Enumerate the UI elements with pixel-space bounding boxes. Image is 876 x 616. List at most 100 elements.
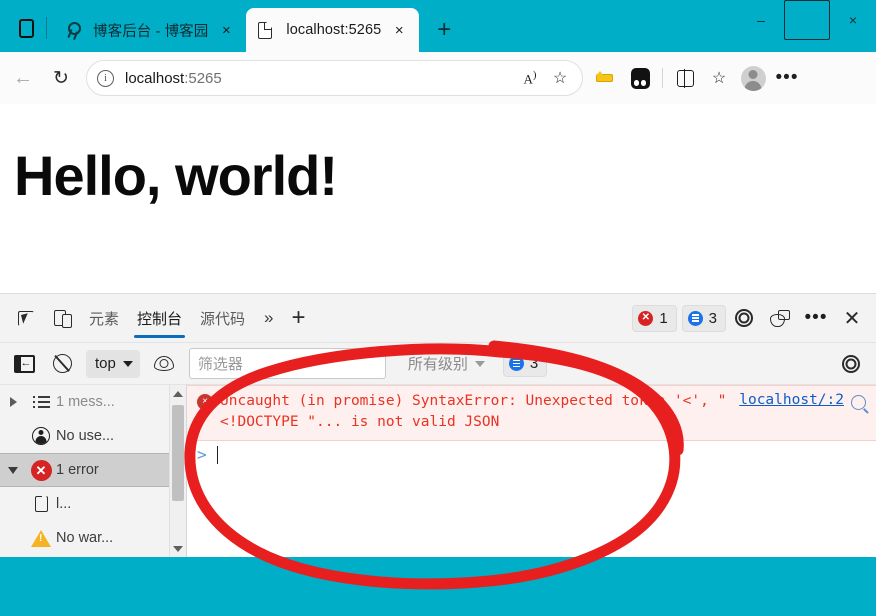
device-toggle-icon: [53, 310, 72, 328]
cat-extension-icon: [596, 71, 616, 85]
address-bar-text: localhost:5265: [125, 70, 514, 87]
list-icon: [26, 396, 56, 408]
console-error-message[interactable]: × Uncaught (in promise) SyntaxError: Une…: [187, 385, 876, 441]
tab-sources[interactable]: 源代码: [191, 295, 254, 341]
more-panels-button[interactable]: »: [254, 308, 283, 328]
tab-title: localhost:5265: [286, 22, 382, 38]
site-info-icon[interactable]: i: [97, 69, 114, 87]
sidebar-scrollbar[interactable]: [169, 385, 186, 557]
scroll-up-arrow-icon[interactable]: [170, 385, 186, 402]
back-arrow-icon: ←: [13, 67, 33, 89]
live-expression-button[interactable]: [146, 347, 182, 381]
console-body: 1 mess... No use... ✕ 1 error l... 1: [0, 385, 876, 557]
devtools-more-button[interactable]: •••: [798, 301, 834, 335]
browser-tab-cnblogs[interactable]: 博客后台 - 博客园 ×: [53, 8, 246, 52]
sidebar-item-label: No use...: [56, 428, 115, 444]
devtools-tabbar: 元素 控制台 源代码 » + ✕ 1 3 ••• ✕: [0, 294, 876, 343]
execution-context-selector[interactable]: top: [86, 349, 140, 378]
tab-console[interactable]: 控制台: [128, 295, 191, 341]
split-screen-button[interactable]: [668, 61, 702, 95]
document-icon: [258, 21, 276, 39]
browser-settings-button[interactable]: •••: [770, 61, 804, 95]
tab-search-icon: [18, 18, 34, 38]
clear-console-icon: [52, 354, 72, 373]
page-content: Hello, world!: [0, 104, 876, 294]
error-icon: ✕: [638, 310, 654, 326]
close-icon: ✕: [843, 307, 861, 330]
console-settings-button[interactable]: [833, 347, 869, 381]
extension-cat-button[interactable]: [589, 61, 623, 95]
feedback-icon: [770, 309, 790, 327]
warning-icon: [26, 529, 56, 547]
error-message-text: Uncaught (in promise) SyntaxError: Unexp…: [220, 393, 727, 431]
new-tab-button[interactable]: +: [427, 13, 461, 47]
console-sidebar: 1 mess... No use... ✕ 1 error l... 1: [0, 385, 187, 557]
inspect-element-button[interactable]: [8, 301, 44, 335]
sidebar-item-warnings[interactable]: No war...: [0, 521, 186, 555]
close-devtools-button[interactable]: ✕: [834, 301, 870, 335]
address-bar[interactable]: i localhost:5265 A) ☆: [86, 60, 583, 96]
url-port: :5265: [184, 69, 222, 87]
error-count-badge[interactable]: ✕ 1: [632, 304, 677, 332]
search-icon[interactable]: [851, 395, 866, 410]
collections-button[interactable]: ☆: [702, 61, 736, 95]
devtools-panel: 元素 控制台 源代码 » + ✕ 1 3 ••• ✕ ← top 筛选器 所有级…: [0, 294, 876, 557]
maximize-button[interactable]: [784, 0, 830, 40]
device-toolbar-button[interactable]: [44, 301, 80, 335]
tab-close-button[interactable]: ×: [387, 18, 411, 42]
info-message-icon: [687, 310, 703, 326]
console-filter-input[interactable]: 筛选器: [188, 348, 386, 379]
eye-icon: [153, 356, 174, 371]
scrollbar-thumb[interactable]: [172, 405, 184, 501]
more-icon: •••: [804, 307, 828, 329]
more-icon: •••: [775, 67, 799, 89]
sidebar-toggle-icon: ←: [13, 354, 35, 373]
tab-search-button[interactable]: [8, 6, 44, 50]
reload-button[interactable]: ↻: [42, 59, 80, 97]
expander-expanded-icon[interactable]: [0, 466, 26, 474]
chevron-down-icon: [474, 360, 485, 367]
navigation-toolbar: ← ↻ i localhost:5265 A) ☆ ☆ •••: [0, 52, 876, 104]
avatar: [740, 65, 766, 91]
back-button[interactable]: ←: [4, 59, 42, 97]
log-level-selector[interactable]: 所有级别: [402, 350, 491, 378]
console-info-count: 3: [529, 355, 539, 372]
tab-elements[interactable]: 元素: [80, 295, 128, 341]
read-aloud-icon: A): [523, 68, 537, 87]
read-aloud-button[interactable]: A): [516, 64, 544, 92]
tab-strip: 博客后台 - 博客园 × localhost:5265 × + – ×: [0, 0, 876, 52]
error-icon: ✕: [26, 459, 56, 481]
collections-icon: ☆: [711, 70, 727, 87]
add-panel-button[interactable]: +: [284, 306, 314, 330]
minimize-button[interactable]: –: [738, 0, 784, 40]
add-favorite-button[interactable]: ☆: [546, 64, 574, 92]
info-count-badge[interactable]: 3: [681, 304, 726, 332]
tab-close-button[interactable]: ×: [214, 18, 238, 42]
sidebar-item-error-source[interactable]: l... 1: [0, 487, 186, 521]
prompt-caret-icon: >: [197, 445, 207, 465]
extension-pill-button[interactable]: [623, 61, 657, 95]
info-count: 3: [708, 309, 717, 327]
error-count: 1: [659, 309, 668, 327]
sidebar-item-errors[interactable]: ✕ 1 error: [0, 453, 186, 487]
window-controls: – ×: [738, 0, 876, 40]
scroll-down-arrow-icon[interactable]: [170, 540, 186, 557]
browser-tab-localhost[interactable]: localhost:5265 ×: [246, 8, 420, 52]
clear-console-button[interactable]: [44, 347, 80, 381]
console-prompt[interactable]: >: [187, 441, 876, 469]
gear-icon: [735, 309, 753, 327]
send-feedback-button[interactable]: [762, 301, 798, 335]
sidebar-item-user-messages[interactable]: No use...: [0, 419, 186, 453]
expander-collapsed-icon[interactable]: [0, 397, 26, 407]
console-info-badge[interactable]: 3: [502, 350, 548, 377]
pill-extension-icon: [630, 67, 650, 89]
error-source-link[interactable]: localhost/:2: [733, 392, 844, 408]
console-sidebar-toggle-button[interactable]: ←: [6, 347, 42, 381]
profile-button[interactable]: [736, 61, 770, 95]
console-toolbar: ← top 筛选器 所有级别 3: [0, 343, 876, 385]
sidebar-item-info[interactable]: [0, 555, 186, 557]
devtools-settings-button[interactable]: [726, 301, 762, 335]
close-window-button[interactable]: ×: [830, 0, 876, 40]
text-cursor: [216, 445, 219, 464]
sidebar-item-messages[interactable]: 1 mess...: [0, 385, 186, 419]
